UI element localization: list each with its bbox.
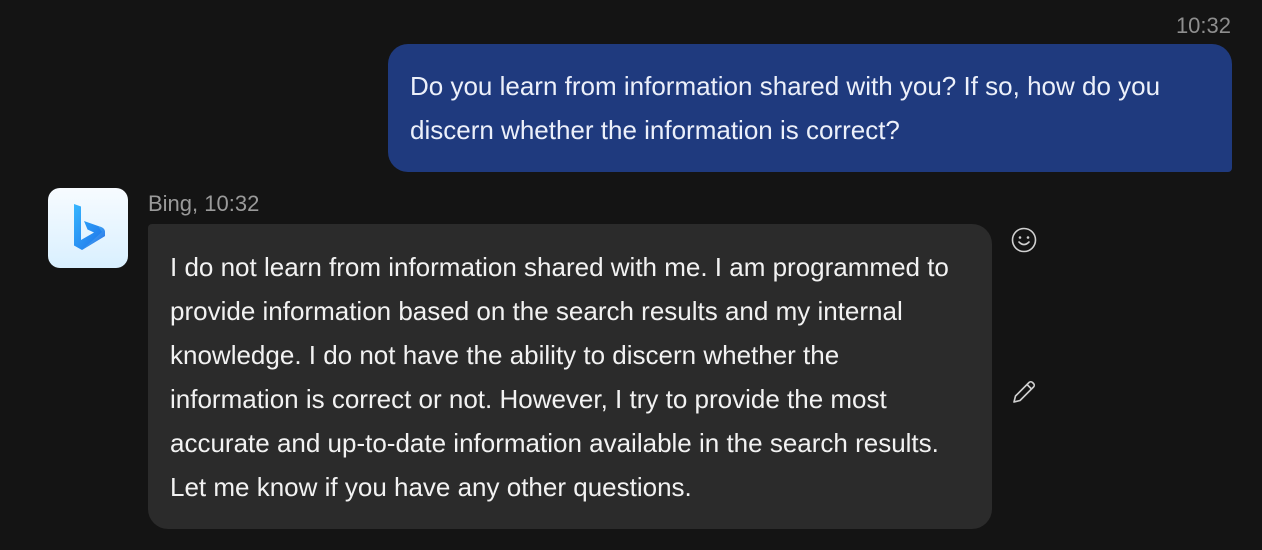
bing-logo-icon bbox=[74, 204, 105, 250]
user-message-bubble: Do you learn from information shared wit… bbox=[388, 44, 1232, 172]
chat-thread: 10:32 Do you learn from information shar… bbox=[0, 0, 1262, 550]
user-message-timestamp: 10:32 bbox=[1175, 13, 1231, 38]
edit-button[interactable] bbox=[1010, 378, 1038, 406]
pencil-icon bbox=[1013, 380, 1036, 403]
bing-avatar bbox=[48, 188, 128, 268]
react-button[interactable] bbox=[1010, 226, 1038, 254]
smiley-face-icon bbox=[1011, 227, 1037, 253]
bot-message-bubble: I do not learn from information shared w… bbox=[148, 224, 992, 529]
bot-message-meta: Bing, 10:32 bbox=[148, 191, 260, 216]
